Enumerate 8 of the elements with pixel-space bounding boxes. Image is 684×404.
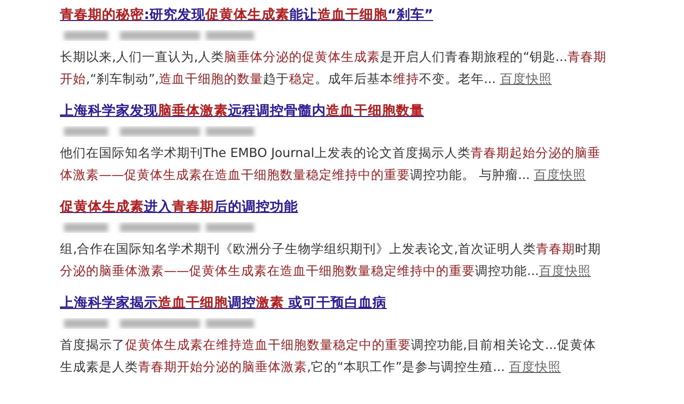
result-snippet: 他们在国际知名学术期刊The EMBO Journal上发表的论文首度揭示人类青春期起始分泌的脑垂体激素——促黄体生成素在造血干细胞数量稳定维持中的重要调控功能。 与肿瘤... 百度快照	[60, 144, 602, 184]
result-snippet: 长期以来,人们一直认为,人类脑垂体分泌的促黄体生成素是开启人们青春期旅程的“钥匙...青春期开始,“刹车制动”,造血干细胞的数量趋于稳定。成年后基本维持不变。老年... 百度快照	[60, 48, 608, 88]
snapshot-link[interactable]: 百度快照	[534, 167, 586, 182]
result-snippet: 首度揭示了促黄体生成素在维持造血干细胞数量稳定中的重要调控功能,目前相关论文...促黄体生成素是人类青春期开始分泌的脑垂体激素,它的“本职工作”是参与调控生殖... 百度快照	[60, 336, 597, 376]
snapshot-link[interactable]: 百度快照	[508, 359, 561, 374]
snapshot-link[interactable]: 百度快照	[500, 71, 552, 86]
result-snippet: 组,合作在国际知名学术期刊《欧洲分子生物学组织期刊》上发表论文,首次证明人类青春期时期 分泌的脑垂体激素——促黄体生成素在造血干细胞数量稳定维持中的重要调控功能...百度快照	[60, 240, 602, 280]
snapshot-link[interactable]: 百度快照	[538, 263, 591, 278]
